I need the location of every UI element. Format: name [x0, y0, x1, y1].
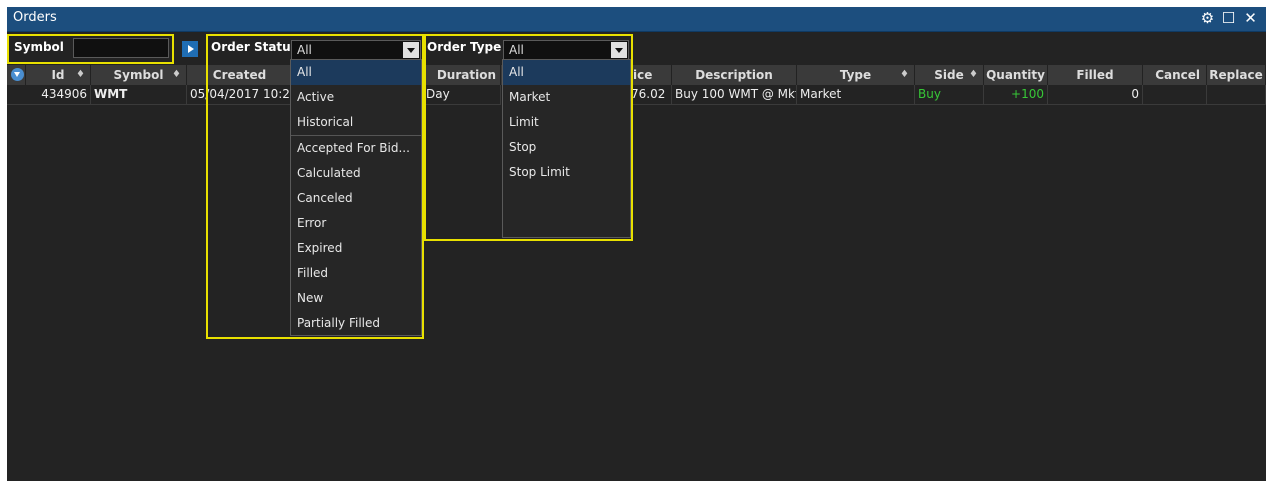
- sort-icon[interactable]: ♦: [900, 65, 909, 85]
- header-price[interactable]: ice: [631, 65, 672, 85]
- symbol-input[interactable]: [73, 38, 169, 58]
- title-bar: Orders ⚙ ☐ ✕: [7, 7, 1266, 32]
- sort-icon[interactable]: ♦: [76, 65, 85, 85]
- sort-icon[interactable]: ♦: [969, 65, 978, 85]
- sort-icon[interactable]: ♦: [172, 65, 181, 85]
- header-cancel[interactable]: Cancel: [1143, 65, 1207, 85]
- gear-icon[interactable]: ⚙: [1199, 10, 1216, 27]
- header-description[interactable]: Description: [672, 65, 797, 85]
- orders-grid: Id ♦ Symbol ♦ Created Duration ice Descrip…: [7, 65, 1266, 481]
- symbol-label: Symbol: [14, 40, 64, 54]
- header-quantity[interactable]: Quantity: [984, 65, 1048, 85]
- cell-side[interactable]: Buy: [915, 85, 984, 105]
- cell-type[interactable]: Market: [797, 85, 915, 105]
- cell-replace[interactable]: [1207, 85, 1266, 105]
- header-symbol[interactable]: Symbol ♦: [91, 65, 187, 85]
- cell-description[interactable]: Buy 100 WMT @ Mkt: [672, 85, 797, 105]
- header-filled[interactable]: Filled: [1048, 65, 1143, 85]
- filter-icon[interactable]: [11, 68, 24, 81]
- play-icon[interactable]: [182, 41, 198, 57]
- cell-id[interactable]: 434906: [7, 85, 91, 105]
- order-type-highlight: [424, 34, 633, 241]
- header-replace[interactable]: Replace: [1207, 65, 1266, 85]
- toolbar: Symbol Order Status All Order Type All: [7, 32, 1266, 65]
- cell-symbol[interactable]: WMT: [91, 85, 187, 105]
- maximize-icon[interactable]: ☐: [1220, 10, 1237, 27]
- cell-quantity[interactable]: +100: [984, 85, 1048, 105]
- header-id[interactable]: Id ♦: [26, 65, 91, 85]
- cell-filled[interactable]: 0: [1048, 85, 1143, 105]
- orders-window: Orders ⚙ ☐ ✕ Symbol Order Status All Ord…: [7, 7, 1266, 481]
- cell-cancel[interactable]: [1143, 85, 1207, 105]
- filter-column-header[interactable]: [7, 65, 26, 85]
- window-title: Orders: [13, 10, 57, 25]
- cell-price[interactable]: 76.02: [631, 85, 672, 105]
- close-icon[interactable]: ✕: [1242, 10, 1259, 27]
- header-side[interactable]: Side ♦: [915, 65, 984, 85]
- header-type[interactable]: Type ♦: [797, 65, 915, 85]
- order-status-highlight: [206, 34, 424, 339]
